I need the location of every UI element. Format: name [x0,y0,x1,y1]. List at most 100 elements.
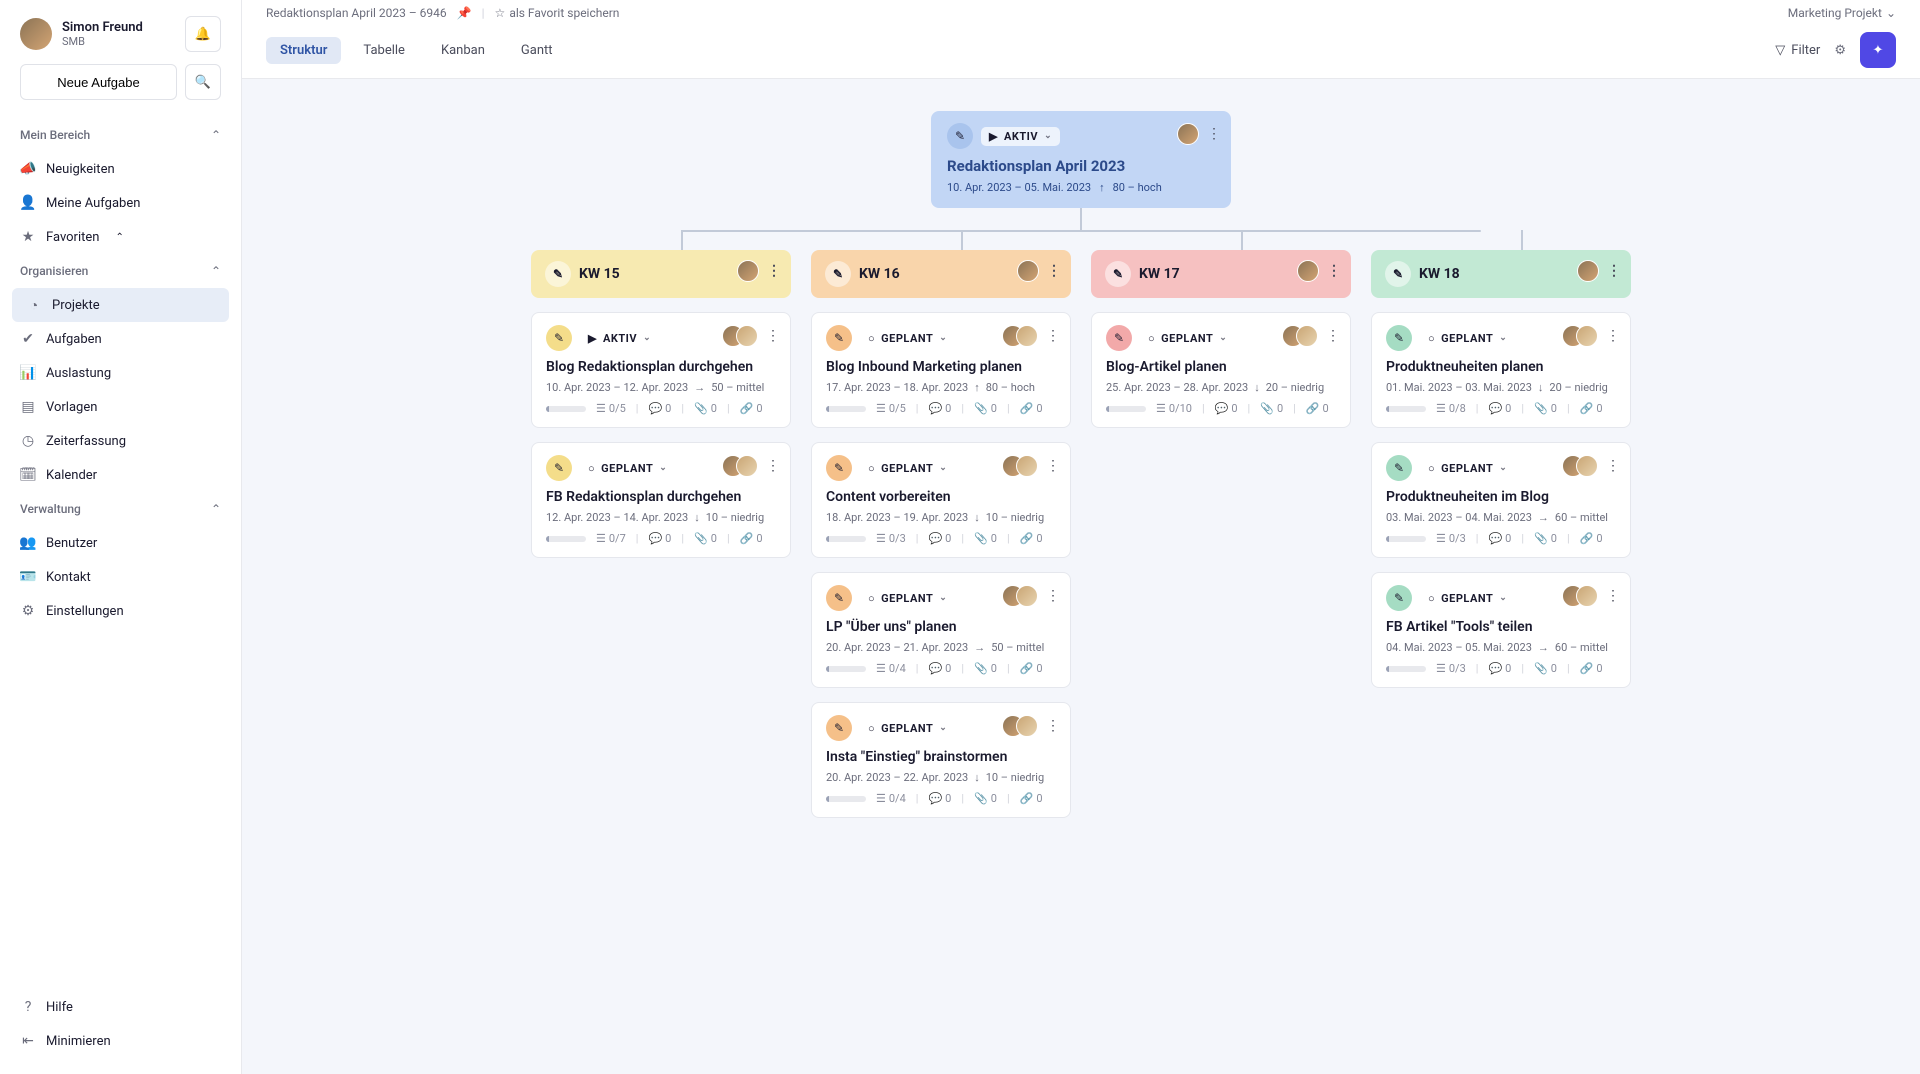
edit-icon[interactable]: ✎ [1386,585,1412,611]
status-selector[interactable]: ○GEPLANT⌄ [860,459,955,478]
edit-icon[interactable]: ✎ [1105,261,1131,287]
assignee-avatar[interactable] [1016,325,1038,347]
status-selector[interactable]: ○GEPLANT⌄ [1140,329,1235,348]
nav-einstellungen[interactable]: ⚙Einstellungen [0,594,241,628]
links-count[interactable]: 🔗0 [1020,532,1043,545]
lane-header[interactable]: ✎ KW 18 ⋮ [1371,250,1631,298]
nav-meine-aufgaben[interactable]: 👤Meine Aufgaben [0,186,241,220]
search-button[interactable]: 🔍 [185,64,221,100]
assignee-avatar[interactable] [1016,715,1038,737]
nav-zeiterfassung[interactable]: ◷Zeiterfassung [0,424,241,458]
status-selector[interactable]: ○GEPLANT⌄ [580,459,675,478]
comments-count[interactable]: 💬0 [648,402,671,415]
attachments-count[interactable]: 📎0 [1534,402,1557,415]
edit-icon[interactable]: ✎ [1385,261,1411,287]
section-organisieren[interactable]: Organisieren⌃ [0,254,241,288]
status-selector[interactable]: ▶AKTIV⌄ [580,329,659,348]
attachments-count[interactable]: 📎0 [694,402,717,415]
card-menu-button[interactable]: ⋮ [1607,263,1621,279]
task-card[interactable]: ✎ ○GEPLANT⌄ ⋮ Blog Inbound Marketing pla… [811,312,1071,428]
attachments-count[interactable]: 📎0 [974,532,997,545]
pin-icon[interactable]: 📌 [457,6,472,20]
subtasks-count[interactable]: ☰0/4 [876,792,906,805]
settings-button[interactable]: ⚙ [1834,43,1846,58]
nav-kontakt[interactable]: 🪪Kontakt [0,560,241,594]
task-card[interactable]: ✎ ○GEPLANT⌄ ⋮ Insta "Einstieg" brainstor… [811,702,1071,818]
links-count[interactable]: 🔗0 [1306,402,1329,415]
card-menu-button[interactable]: ⋮ [1207,126,1221,142]
notifications-button[interactable]: 🔔 [185,16,221,52]
card-menu-button[interactable]: ⋮ [1606,588,1620,604]
links-count[interactable]: 🔗0 [1580,532,1603,545]
edit-icon[interactable]: ✎ [1386,455,1412,481]
nav-aufgaben[interactable]: ✔Aufgaben [0,322,241,356]
nav-favoriten[interactable]: ★Favoriten⌃ [0,220,241,254]
favorite-toggle[interactable]: ☆als Favorit speichern [495,6,620,20]
status-selector[interactable]: ○GEPLANT⌄ [860,719,955,738]
attachments-count[interactable]: 📎0 [974,662,997,675]
edit-icon[interactable]: ✎ [825,261,851,287]
nav-neuigkeiten[interactable]: 📣Neuigkeiten [0,152,241,186]
comments-count[interactable]: 💬0 [648,532,671,545]
status-selector[interactable]: ○GEPLANT⌄ [1420,459,1515,478]
card-menu-button[interactable]: ⋮ [1606,458,1620,474]
links-count[interactable]: 🔗0 [1580,662,1603,675]
edit-icon[interactable]: ✎ [826,455,852,481]
assignee-avatar[interactable] [1017,260,1039,282]
comments-count[interactable]: 💬0 [1488,662,1511,675]
card-menu-button[interactable]: ⋮ [1046,328,1060,344]
assignee-avatar[interactable] [736,455,758,477]
comments-count[interactable]: 💬0 [928,792,951,805]
attachments-count[interactable]: 📎0 [974,402,997,415]
links-count[interactable]: 🔗0 [740,402,763,415]
nav-vorlagen[interactable]: ▤Vorlagen [0,390,241,424]
edit-icon[interactable]: ✎ [826,325,852,351]
ai-assistant-button[interactable]: ✦ [1860,32,1896,68]
card-menu-button[interactable]: ⋮ [1047,263,1061,279]
subtasks-count[interactable]: ☰0/3 [876,532,906,545]
card-menu-button[interactable]: ⋮ [1046,588,1060,604]
subtasks-count[interactable]: ☰0/3 [1436,662,1466,675]
task-card[interactable]: ✎ ▶AKTIV⌄ ⋮ Blog Redaktionsplan durchgeh… [531,312,791,428]
edit-icon[interactable]: ✎ [1106,325,1132,351]
subtasks-count[interactable]: ☰0/3 [1436,532,1466,545]
links-count[interactable]: 🔗0 [1020,402,1043,415]
links-count[interactable]: 🔗0 [1020,792,1043,805]
assignee-avatar[interactable] [1576,325,1598,347]
task-card[interactable]: ✎ ○GEPLANT⌄ ⋮ Blog-Artikel planen 25. Ap… [1091,312,1351,428]
tab-struktur[interactable]: Struktur [266,37,341,64]
assignee-avatar[interactable] [737,260,759,282]
subtasks-count[interactable]: ☰0/4 [876,662,906,675]
card-menu-button[interactable]: ⋮ [1046,718,1060,734]
task-card[interactable]: ✎ ○GEPLANT⌄ ⋮ Produktneuheiten planen 01… [1371,312,1631,428]
status-selector[interactable]: ○GEPLANT⌄ [860,329,955,348]
edit-icon[interactable]: ✎ [826,585,852,611]
assignee-avatar[interactable] [1177,123,1199,145]
edit-icon[interactable]: ✎ [826,715,852,741]
subtasks-count[interactable]: ☰0/5 [876,402,906,415]
task-card[interactable]: ✎ ○GEPLANT⌄ ⋮ LP "Über uns" planen 20. A… [811,572,1071,688]
root-card[interactable]: ✎ ▶AKTIV⌄ Redaktionsplan April 2023 10. … [931,111,1231,208]
user-row[interactable]: Simon Freund SMB 🔔 [0,16,241,64]
card-menu-button[interactable]: ⋮ [1046,458,1060,474]
section-mein-bereich[interactable]: Mein Bereich⌃ [0,118,241,152]
card-menu-button[interactable]: ⋮ [1327,263,1341,279]
links-count[interactable]: 🔗0 [1580,402,1603,415]
status-selector[interactable]: ○GEPLANT⌄ [1420,589,1515,608]
card-menu-button[interactable]: ⋮ [766,458,780,474]
links-count[interactable]: 🔗0 [740,532,763,545]
nav-hilfe[interactable]: ?Hilfe [0,990,241,1024]
assignee-avatar[interactable] [736,325,758,347]
assignee-avatar[interactable] [1016,455,1038,477]
nav-minimieren[interactable]: ⇤Minimieren [0,1024,241,1058]
edit-icon[interactable]: ✎ [545,261,571,287]
tab-kanban[interactable]: Kanban [427,37,499,64]
edit-icon[interactable]: ✎ [546,325,572,351]
subtasks-count[interactable]: ☰0/5 [596,402,626,415]
status-selector[interactable]: ○GEPLANT⌄ [860,589,955,608]
comments-count[interactable]: 💬0 [1215,402,1238,415]
comments-count[interactable]: 💬0 [928,532,951,545]
comments-count[interactable]: 💬0 [1488,532,1511,545]
assignee-avatar[interactable] [1296,325,1318,347]
card-menu-button[interactable]: ⋮ [1326,328,1340,344]
